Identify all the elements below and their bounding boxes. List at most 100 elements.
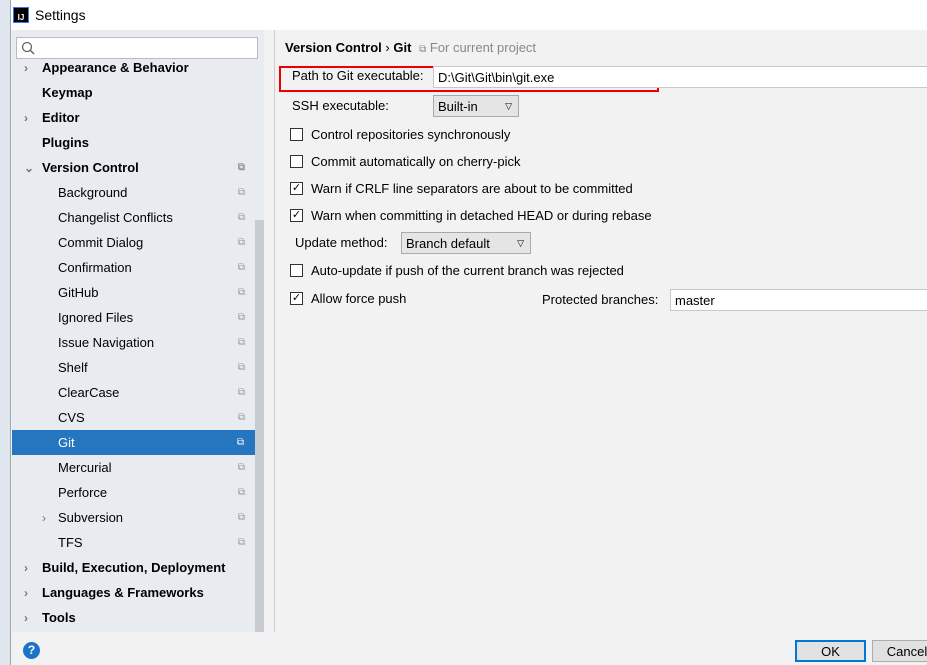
chevron-right-icon[interactable]: ›: [24, 61, 28, 75]
chevron-down-icon: ▽: [505, 100, 512, 111]
chevron-right-icon[interactable]: ›: [24, 586, 28, 600]
breadcrumb: Version Control › Git ⧉ For current proj…: [285, 40, 536, 55]
force-push-checkbox[interactable]: ✓ Allow force push: [290, 291, 406, 306]
project-scope-icon: ⧉: [237, 287, 245, 298]
project-scope-icon: ⧉: [237, 362, 245, 373]
sidebar-item-label: Shelf: [58, 360, 88, 375]
option-label: Control repositories synchronously: [311, 127, 511, 142]
sidebar-item-keymap[interactable]: Keymap: [12, 80, 255, 105]
sidebar-item-label: Commit Dialog: [58, 235, 144, 250]
sidebar-item-issue-navigation[interactable]: Issue Navigation ⧉: [12, 330, 255, 355]
dialog-footer: ? OK Cancel: [11, 632, 927, 665]
window-title: Settings: [35, 7, 86, 23]
ok-button[interactable]: OK: [795, 640, 866, 662]
sidebar-item-shelf[interactable]: Shelf ⧉: [12, 355, 255, 380]
protected-branches-input[interactable]: master: [670, 289, 927, 311]
option-checkbox[interactable]: ✓ Warn if CRLF line separators are about …: [290, 181, 633, 196]
option-checkbox[interactable]: ✓ Warn when committing in detached HEAD o…: [290, 208, 652, 223]
git-path-label: Path to Git executable:: [292, 68, 424, 83]
settings-sidebar: › Appearance & Behavior Keymap › Editor Plugi…: [12, 30, 264, 632]
project-scope-icon: ⧉: [237, 462, 245, 473]
chevron-right-icon[interactable]: ›: [42, 511, 46, 525]
checkbox-icon[interactable]: ✓: [290, 209, 303, 222]
sidebar-item-label: Plugins: [42, 135, 89, 150]
sidebar-item-ignored-files[interactable]: Ignored Files ⧉: [12, 305, 255, 330]
sidebar-item-label: Mercurial: [58, 460, 112, 475]
chevron-right-icon[interactable]: ›: [24, 111, 28, 125]
protected-branches-label: Protected branches:: [542, 292, 659, 307]
sidebar-item-label: Languages & Frameworks: [42, 585, 204, 600]
project-scope-icon: ⧉: [237, 212, 245, 223]
project-scope-icon: ⧉: [237, 237, 245, 248]
breadcrumb-scope: For current project: [429, 40, 537, 55]
sidebar-item-tools[interactable]: › Tools: [12, 605, 255, 630]
sidebar-item-label: Git: [58, 435, 75, 450]
project-scope-icon: ⧉: [237, 262, 245, 273]
sidebar-item-clearcase[interactable]: ClearCase ⧉: [12, 380, 255, 405]
project-scope-icon: ⧉: [237, 337, 245, 348]
sidebar-item-tfs[interactable]: TFS ⧉: [12, 530, 255, 555]
checkbox-icon[interactable]: ✓: [290, 182, 303, 195]
project-scope-icon: ⧉: [237, 187, 245, 198]
sidebar-item-label: Ignored Files: [58, 310, 134, 325]
project-scope-icon: ⧉: [237, 312, 245, 323]
sidebar-item-mercurial[interactable]: Mercurial ⧉: [12, 455, 255, 480]
sidebar-item-label: Keymap: [42, 85, 93, 100]
sidebar-item-github[interactable]: GitHub ⧉: [12, 280, 255, 305]
search-icon: [21, 41, 35, 55]
sidebar-item-build-execution-deployment[interactable]: › Build, Execution, Deployment: [12, 555, 255, 580]
update-method-label: Update method:: [295, 235, 388, 250]
git-path-input[interactable]: D:\Git\Git\bin\git.exe: [433, 66, 927, 88]
sidebar-item-commit-dialog[interactable]: Commit Dialog ⧉: [12, 230, 255, 255]
sidebar-item-label: Build, Execution, Deployment: [42, 560, 226, 575]
sidebar-item-version-control[interactable]: ⌄ Version Control ⧉: [12, 155, 255, 180]
project-scope-icon: ⧉: [237, 162, 245, 173]
project-scope-icon: ⧉: [419, 44, 427, 55]
sidebar-item-label: Appearance & Behavior: [42, 60, 189, 75]
git-settings-panel: Version Control › Git ⧉ For current proj…: [274, 30, 927, 632]
project-scope-icon: ⧉: [237, 487, 245, 498]
sidebar-item-label: Editor: [42, 110, 80, 125]
sidebar-item-label: ClearCase: [58, 385, 120, 400]
cancel-button[interactable]: Cancel: [872, 640, 927, 662]
chevron-right-icon[interactable]: ›: [24, 611, 28, 625]
sidebar-item-subversion[interactable]: › Subversion ⧉: [12, 505, 255, 530]
chevron-right-icon[interactable]: ›: [24, 561, 28, 575]
checkbox-icon[interactable]: [290, 128, 303, 141]
sidebar-item-label: Background: [58, 185, 128, 200]
breadcrumb-parent: Version Control: [285, 40, 382, 55]
sidebar-item-label: Changelist Conflicts: [58, 210, 173, 225]
sidebar-item-plugins[interactable]: Plugins: [12, 130, 255, 155]
checkbox-icon[interactable]: [290, 155, 303, 168]
option-label: Commit automatically on cherry-pick: [311, 154, 521, 169]
sidebar-item-perforce[interactable]: Perforce ⧉: [12, 480, 255, 505]
sidebar-scrollbar[interactable]: [255, 220, 264, 632]
intellij-logo-icon: IJ: [13, 7, 29, 23]
auto-update-checkbox[interactable]: Auto-update if push of the current branc…: [290, 263, 624, 278]
option-label: Warn if CRLF line separators are about t…: [311, 181, 633, 196]
sidebar-item-label: GitHub: [58, 285, 99, 300]
ssh-select[interactable]: Built-in ▽: [433, 95, 519, 117]
help-icon[interactable]: ?: [23, 642, 40, 659]
breadcrumb-separator: ›: [385, 40, 390, 55]
update-method-select[interactable]: Branch default ▽: [401, 232, 531, 254]
sidebar-item-appearance-behavior[interactable]: › Appearance & Behavior: [12, 55, 255, 80]
title-bar: IJ Settings: [11, 0, 927, 30]
sidebar-item-background[interactable]: Background ⧉: [12, 180, 255, 205]
sidebar-item-cvs[interactable]: CVS ⧉: [12, 405, 255, 430]
chevron-down-icon[interactable]: ⌄: [24, 161, 34, 175]
sidebar-item-label: Confirmation: [58, 260, 132, 275]
sidebar-item-changelist-conflicts[interactable]: Changelist Conflicts ⧉: [12, 205, 255, 230]
sidebar-item-editor[interactable]: › Editor: [12, 105, 255, 130]
settings-window: IJ Settings › Appearance & Behavior Keymap…: [10, 0, 927, 665]
sidebar-item-git[interactable]: Git ⧉: [12, 430, 264, 455]
sidebar-item-label: CVS: [58, 410, 85, 425]
sidebar-item-label: Issue Navigation: [58, 335, 155, 350]
sidebar-item-label: Perforce: [58, 485, 108, 500]
breadcrumb-current: Git: [393, 40, 412, 55]
sidebar-item-confirmation[interactable]: Confirmation ⧉: [12, 255, 255, 280]
option-checkbox[interactable]: Control repositories synchronously: [290, 127, 510, 142]
option-checkbox[interactable]: Commit automatically on cherry-pick: [290, 154, 521, 169]
sidebar-item-languages-frameworks[interactable]: › Languages & Frameworks: [12, 580, 255, 605]
chevron-down-icon: ▽: [517, 237, 524, 248]
